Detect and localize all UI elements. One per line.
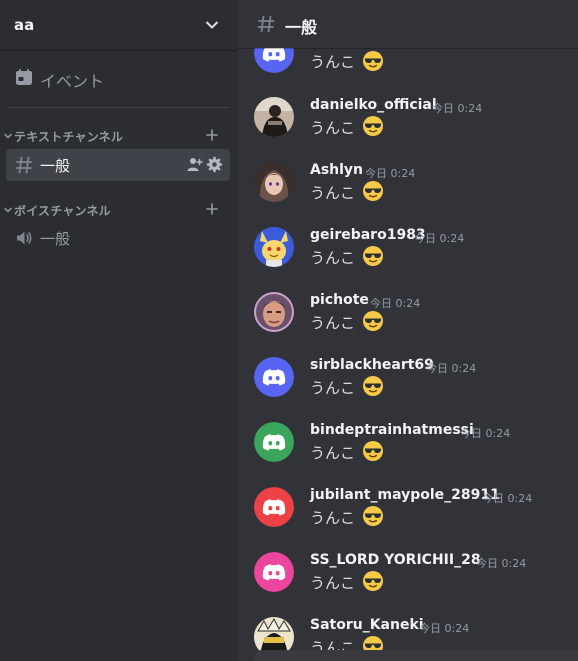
username[interactable]: Satoru_Kaneki (310, 617, 424, 633)
message-text: うんこ (310, 53, 356, 71)
message-item: sirblackheart69 今日 0:24 うんこ (238, 357, 578, 417)
timestamp: 今日 0:24 (414, 232, 465, 245)
username[interactable]: jubilant_maypole_28911 (310, 487, 500, 503)
sunglasses-emoji-icon (363, 506, 383, 526)
message-text: うんこ (310, 444, 356, 462)
message-text: うんこ (310, 314, 356, 332)
events-label: イベント (40, 72, 105, 91)
speaker-icon (17, 231, 32, 245)
timestamp: 今日 0:24 (365, 167, 416, 180)
avatar[interactable] (254, 422, 294, 462)
face-photo-icon (254, 292, 294, 332)
username[interactable]: Ashlyn (310, 162, 363, 178)
chevron-down-icon (4, 133, 12, 139)
avatar[interactable] (254, 292, 294, 332)
create-channel-plus-icon[interactable] (205, 128, 219, 142)
sunglasses-emoji-icon (363, 441, 383, 461)
username[interactable]: sirblackheart69 (310, 357, 434, 373)
username[interactable]: SS_LORD YORICHII_28 (310, 552, 481, 568)
hash-icon (15, 156, 33, 174)
category-text-channels[interactable]: テキストチャンネル (0, 126, 238, 146)
message-list[interactable]: うんこ danielko_official 今日 0:24 うんこ Ashlyn… (238, 0, 578, 661)
avatar[interactable] (254, 552, 294, 592)
avatar[interactable] (254, 487, 294, 527)
username[interactable]: bindeptrainhatmessi (310, 422, 474, 438)
channel-item-general-voice[interactable]: 一般 (6, 222, 230, 254)
message-text: うんこ (310, 119, 356, 137)
timestamp: 今日 0:24 (432, 102, 483, 115)
avatar[interactable] (254, 227, 294, 267)
channel-item-general-text[interactable]: 一般 (6, 149, 230, 181)
calendar-icon (16, 69, 32, 85)
server-name: aa (14, 16, 35, 34)
server-header[interactable]: aa (0, 0, 238, 50)
timestamp: 今日 0:24 (426, 362, 477, 375)
message-composer[interactable] (254, 650, 578, 661)
events-item[interactable]: イベント (6, 60, 230, 94)
chat-area: うんこ danielko_official 今日 0:24 うんこ Ashlyn… (238, 0, 578, 661)
category-label: テキストチャンネル (14, 130, 124, 144)
sunglasses-emoji-icon (363, 181, 383, 201)
username[interactable]: pichote (310, 292, 369, 308)
timestamp: 今日 0:24 (476, 557, 527, 570)
timestamp: 今日 0:24 (419, 622, 470, 635)
channel-label: 一般 (40, 157, 71, 175)
gear-icon[interactable] (206, 156, 223, 173)
category-voice-channels[interactable]: ボイスチャンネル (0, 200, 238, 220)
channel-label: 一般 (40, 230, 71, 248)
channel-sidebar: aa イベント テキストチャンネル 一般 ボイスチャンネル 一般 (0, 0, 238, 661)
timestamp: 今日 0:24 (460, 427, 511, 440)
channel-header: 一般 (238, 0, 578, 48)
discord-logo-icon (254, 357, 294, 397)
sunglasses-emoji-icon (363, 246, 383, 266)
message-text: うんこ (310, 379, 356, 397)
message-item: geirebaro1983 今日 0:24 うんこ (238, 227, 578, 287)
hash-icon (257, 15, 275, 33)
create-channel-plus-icon[interactable] (205, 202, 219, 216)
avatar[interactable] (254, 162, 294, 202)
message-text: うんこ (310, 574, 356, 592)
message-item: danielko_official 今日 0:24 うんこ (238, 97, 578, 157)
channel-tools (186, 156, 226, 174)
chevron-down-icon (4, 207, 12, 213)
message-text: うんこ (310, 249, 356, 267)
discord-logo-icon (254, 422, 294, 462)
username[interactable]: geirebaro1983 (310, 227, 426, 243)
sidebar-divider (8, 107, 230, 108)
avatar[interactable] (254, 97, 294, 137)
message-text: うんこ (310, 184, 356, 202)
yellow-character-icon (254, 227, 294, 267)
chevron-down-icon[interactable] (204, 17, 220, 33)
discord-app: aa イベント テキストチャンネル 一般 ボイスチャンネル 一般 うんこ dan… (0, 0, 578, 661)
discord-logo-icon (254, 487, 294, 527)
message-item: SS_LORD YORICHII_28 今日 0:24 うんこ (238, 552, 578, 612)
message-item: Ashlyn 今日 0:24 うんこ (238, 162, 578, 222)
add-member-icon[interactable] (186, 156, 203, 173)
sunglasses-emoji-icon (363, 51, 383, 71)
message-item: pichote 今日 0:24 うんこ (238, 292, 578, 352)
discord-logo-icon (254, 552, 294, 592)
sunglasses-emoji-icon (363, 571, 383, 591)
sunglasses-emoji-icon (363, 376, 383, 396)
sunglasses-emoji-icon (363, 116, 383, 136)
username[interactable]: danielko_official (310, 97, 437, 113)
anime-girl-icon (254, 162, 294, 202)
timestamp: 今日 0:24 (370, 297, 421, 310)
timestamp: 今日 0:24 (482, 492, 533, 505)
message-item: jubilant_maypole_28911 今日 0:24 うんこ (238, 487, 578, 547)
channel-title: 一般 (285, 18, 318, 37)
message-item: bindeptrainhatmessi 今日 0:24 うんこ (238, 422, 578, 482)
category-label: ボイスチャンネル (14, 204, 111, 218)
sunglasses-emoji-icon (363, 311, 383, 331)
photo-dark-figure-icon (254, 97, 294, 137)
message-text: うんこ (310, 509, 356, 527)
avatar[interactable] (254, 357, 294, 397)
